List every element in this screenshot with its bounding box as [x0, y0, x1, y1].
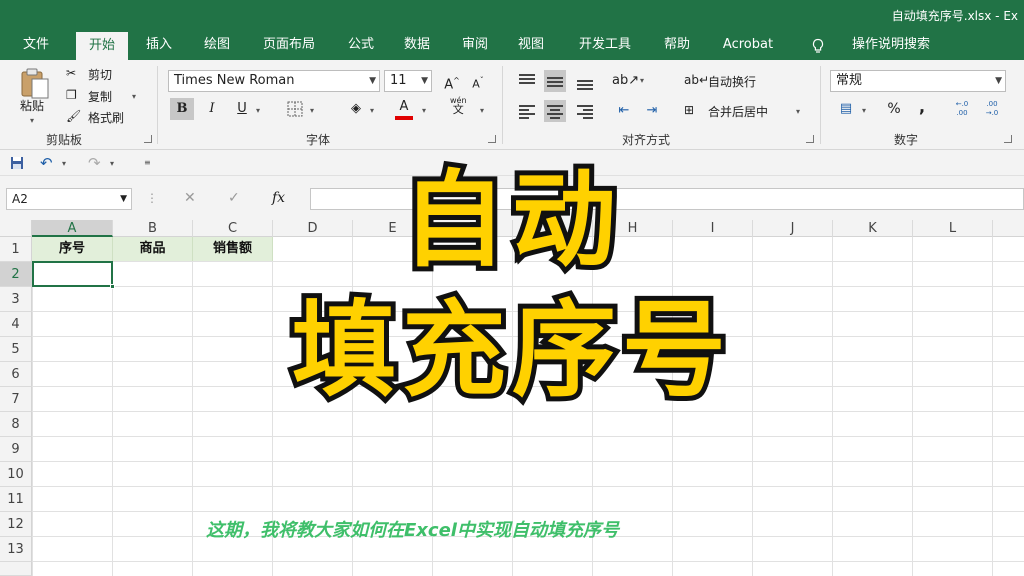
fill-color-dropdown-icon[interactable]: ▾: [370, 106, 374, 115]
font-launcher-icon[interactable]: [488, 135, 496, 143]
tab-file[interactable]: 文件: [8, 32, 64, 60]
font-group-label: 字体: [306, 133, 331, 147]
increase-indent-icon[interactable]: ⇥: [640, 100, 664, 122]
ribbon-tabs: 文件 开始 插入 绘图 页面布局 公式 数据 审阅 视图 开发工具 帮助 Acr…: [0, 32, 1024, 60]
row-header-14[interactable]: [0, 562, 32, 576]
align-left-icon[interactable]: [516, 100, 538, 122]
format-painter-icon: 🖌: [66, 109, 82, 123]
group-divider: [157, 66, 158, 144]
fill-handle[interactable]: [110, 284, 115, 289]
title-bar: 自动填充序号.xlsx - Ex: [0, 0, 1024, 32]
headline-line-1: 自动: [397, 155, 622, 285]
lightbulb-icon: [812, 38, 824, 53]
cut-button[interactable]: 剪切: [88, 66, 112, 83]
middle-align-icon[interactable]: [544, 70, 566, 92]
font-size-select[interactable]: 11 ▼: [384, 70, 432, 92]
alignment-group-label: 对齐方式: [622, 133, 671, 147]
fill-color-icon[interactable]: ◈: [344, 98, 368, 120]
orientation-dropdown-icon[interactable]: ▾: [640, 76, 644, 85]
wrap-text-icon: ab↵: [684, 73, 710, 87]
accounting-format-icon[interactable]: ▤: [834, 98, 858, 120]
tab-page-layout[interactable]: 页面布局: [250, 32, 328, 60]
chevron-down-icon: ▼: [995, 76, 1002, 86]
merge-center-button[interactable]: 合并后居中: [708, 103, 768, 120]
tab-insert[interactable]: 插入: [134, 32, 184, 60]
font-color-swatch: [395, 116, 413, 120]
font-color-dropdown-icon[interactable]: ▾: [422, 106, 426, 115]
bold-button[interactable]: B: [170, 98, 194, 120]
group-divider: [502, 66, 503, 144]
number-launcher-icon[interactable]: [1004, 135, 1012, 143]
chevron-down-icon: ▼: [421, 76, 428, 86]
tab-acrobat[interactable]: Acrobat: [710, 32, 786, 60]
format-painter-button[interactable]: 格式刷: [88, 109, 124, 126]
tab-data[interactable]: 数据: [392, 32, 442, 60]
scissors-icon: ✂: [66, 66, 77, 80]
number-format-select[interactable]: 常规 ▼: [830, 70, 1006, 92]
row-header-11[interactable]: 11: [0, 487, 32, 512]
align-center-icon[interactable]: [544, 100, 566, 122]
shrink-font-button[interactable]: Aˇ: [466, 70, 490, 92]
video-subtitle: 这期，我将教大家如何在Excel中实现自动填充序号: [206, 520, 619, 541]
tab-view[interactable]: 视图: [506, 32, 556, 60]
clipboard-launcher-icon[interactable]: [144, 135, 152, 143]
copy-icon: ❐: [66, 88, 77, 102]
tab-formulas[interactable]: 公式: [336, 32, 386, 60]
increase-decimal-button[interactable]: ←.0 .00: [950, 100, 974, 122]
headline-line-2: 填充序号: [287, 285, 732, 415]
number-group-label: 数字: [894, 133, 919, 147]
row-header-13[interactable]: 13: [0, 537, 32, 562]
accounting-dropdown-icon[interactable]: ▾: [862, 106, 866, 115]
row-header-12[interactable]: 12: [0, 512, 32, 537]
comma-style-button[interactable]: ,: [910, 96, 934, 118]
chevron-down-icon: ▼: [369, 76, 376, 86]
group-divider: [820, 66, 821, 144]
paste-dropdown-icon[interactable]: ▾: [30, 116, 34, 125]
tab-review[interactable]: 审阅: [450, 32, 500, 60]
tab-draw[interactable]: 绘图: [192, 32, 242, 60]
grow-font-button[interactable]: A^: [440, 70, 464, 92]
orientation-icon[interactable]: ab↗: [612, 70, 639, 92]
decrease-indent-icon[interactable]: ⇤: [612, 100, 636, 122]
copy-dropdown-icon[interactable]: ▾: [132, 92, 136, 101]
row-header-8[interactable]: 8: [0, 412, 32, 437]
tab-help[interactable]: 帮助: [652, 32, 702, 60]
ribbon-home: 粘贴 ▾ ✂ 剪切 ❐ 复制 ▾ 🖌 格式刷 剪贴板 Times New Rom…: [0, 60, 1024, 150]
borders-icon[interactable]: [286, 100, 304, 118]
tell-me-search[interactable]: 操作说明搜索: [836, 32, 946, 60]
paste-icon[interactable]: [18, 66, 52, 100]
top-align-icon[interactable]: [516, 70, 538, 92]
align-right-icon[interactable]: [574, 100, 596, 122]
phonetic-guide-icon[interactable]: wén 文: [450, 96, 467, 115]
window-title: 自动填充序号.xlsx - Ex: [891, 9, 1018, 23]
percent-button[interactable]: %: [882, 98, 906, 120]
wrap-text-button[interactable]: 自动换行: [708, 73, 756, 90]
decrease-decimal-button[interactable]: .00 →.0: [980, 100, 1004, 122]
italic-button[interactable]: I: [200, 98, 224, 120]
font-color-icon[interactable]: A: [392, 96, 416, 118]
tab-home[interactable]: 开始: [76, 32, 128, 60]
borders-dropdown-icon[interactable]: ▾: [310, 106, 314, 115]
merge-dropdown-icon[interactable]: ▾: [796, 107, 800, 116]
underline-dropdown-icon[interactable]: ▾: [256, 106, 260, 115]
row-header-9[interactable]: 9: [0, 437, 32, 462]
clipboard-group-label: 剪贴板: [46, 133, 83, 147]
underline-button[interactable]: U: [230, 98, 254, 120]
font-name-select[interactable]: Times New Roman ▼: [168, 70, 380, 92]
row-header-10[interactable]: 10: [0, 462, 32, 487]
merge-center-icon: ⊞: [684, 103, 695, 117]
phonetic-dropdown-icon[interactable]: ▾: [480, 106, 484, 115]
bottom-align-icon[interactable]: [574, 70, 596, 92]
copy-button[interactable]: 复制: [88, 88, 112, 105]
paste-button[interactable]: 粘贴: [20, 97, 44, 114]
alignment-launcher-icon[interactable]: [806, 135, 814, 143]
tab-developer[interactable]: 开发工具: [566, 32, 644, 60]
